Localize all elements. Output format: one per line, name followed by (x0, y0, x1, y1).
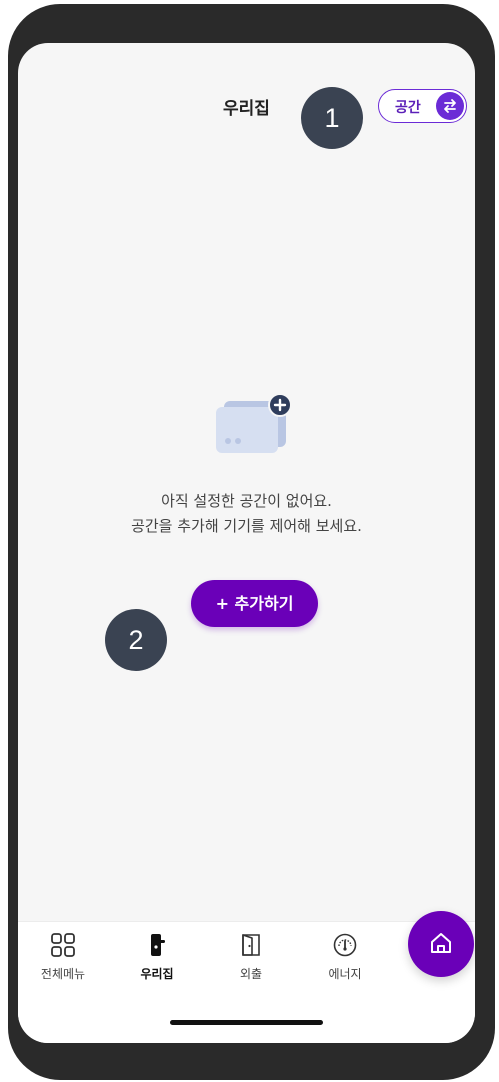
home-fab-button[interactable] (408, 911, 474, 977)
nav-label-home: 우리집 (140, 967, 174, 981)
swap-arrows-icon (436, 92, 464, 120)
home-indicator (170, 1020, 323, 1025)
space-toggle-button[interactable]: 공간 (378, 89, 467, 123)
empty-state-line-2: 공간을 추가해 기기를 제어해 보세요. (131, 517, 362, 535)
nav-item-away[interactable]: 외출 (211, 932, 291, 992)
annotation-marker-1: 1 (301, 87, 363, 149)
add-space-button[interactable]: + 추가하기 (191, 580, 318, 627)
empty-space-illustration (214, 393, 298, 463)
door-icon (242, 934, 260, 956)
empty-state-message: 아직 설정한 공간이 없어요. 공간을 추가해 기기를 제어해 보세요. (18, 489, 475, 539)
nav-label-energy: 에너지 (328, 967, 362, 981)
nav-item-all-menu[interactable]: 전체메뉴 (23, 932, 103, 992)
nav-item-energy[interactable]: 에너지 (305, 932, 385, 992)
nav-label-away: 외출 (239, 967, 263, 981)
door-lock-icon (151, 934, 165, 956)
grid-icon (51, 933, 75, 957)
app-screen: 우리집 공간 1 아직 설정한 공간이 없어요. 공간을 추가해 기기를 제어해… (18, 43, 475, 1043)
nav-label-all-menu: 전체메뉴 (40, 967, 86, 981)
annotation-marker-2: 2 (105, 609, 167, 671)
home-icon (431, 933, 451, 953)
nav-item-home[interactable]: 우리집 (117, 932, 197, 992)
gauge-icon (333, 933, 357, 957)
empty-state-line-1: 아직 설정한 공간이 없어요. (161, 492, 332, 510)
space-toggle-label: 공간 (395, 100, 421, 116)
